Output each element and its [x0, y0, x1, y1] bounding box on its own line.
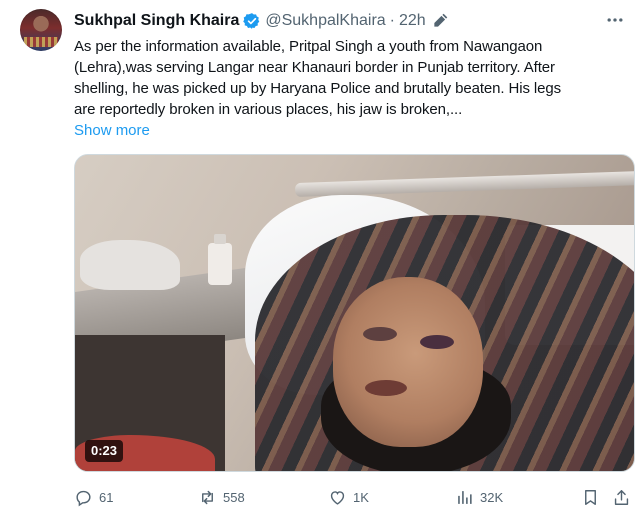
tweet-text-line: As per the information available, Pritpa… [74, 38, 543, 55]
reply-icon [74, 488, 93, 507]
tweet-text-line: shelling, he was picked up by Haryana Po… [74, 80, 562, 97]
video-frame-bottle [208, 234, 232, 285]
tweet-header: Sukhpal Singh Khaira @SukhpalKhaira · 22… [74, 11, 448, 31]
views-icon [455, 488, 474, 507]
repost-button[interactable]: 558 [198, 486, 245, 508]
separator-dot: · [389, 12, 395, 29]
like-count: 1K [353, 489, 369, 505]
author-handle[interactable]: @SukhpalKhaira [265, 12, 385, 30]
views-button[interactable]: 32K [455, 486, 503, 508]
author-name[interactable]: Sukhpal Singh Khaira [74, 12, 239, 30]
tweet-text: As per the information available, Pritpa… [74, 36, 634, 120]
video-frame-mouth [365, 380, 407, 396]
share-button[interactable] [612, 486, 631, 508]
verified-badge-icon [243, 12, 261, 30]
like-button[interactable]: 1K [328, 486, 369, 508]
tweet-timestamp[interactable]: 22h [399, 12, 426, 30]
avatar[interactable] [20, 9, 62, 51]
reply-count: 61 [99, 489, 114, 505]
show-more-link[interactable]: Show more [74, 120, 150, 141]
video-frame-eye [420, 335, 454, 349]
repost-icon [198, 488, 217, 507]
tweet-text-line: are reportedly broken in various places,… [74, 101, 463, 118]
tweet-text-line: (Lehra),was serving Langar near Khanauri… [74, 59, 555, 76]
tweet-actions: 61 558 1K 32K [74, 486, 634, 508]
edit-icon [432, 13, 448, 29]
like-icon [328, 488, 347, 507]
share-icon [612, 488, 631, 507]
video-frame-eye [363, 327, 397, 341]
video-frame-cloth [80, 240, 180, 290]
repost-count: 558 [223, 489, 245, 505]
video-frame-face [333, 277, 483, 447]
views-count: 32K [480, 489, 504, 505]
more-icon[interactable] [604, 10, 626, 30]
reply-button[interactable]: 61 [74, 486, 113, 508]
video-duration-badge: 0:23 [85, 440, 124, 462]
bookmark-icon [581, 488, 600, 507]
video-player[interactable]: 0:23 [74, 154, 635, 472]
bookmark-button[interactable] [581, 486, 600, 508]
